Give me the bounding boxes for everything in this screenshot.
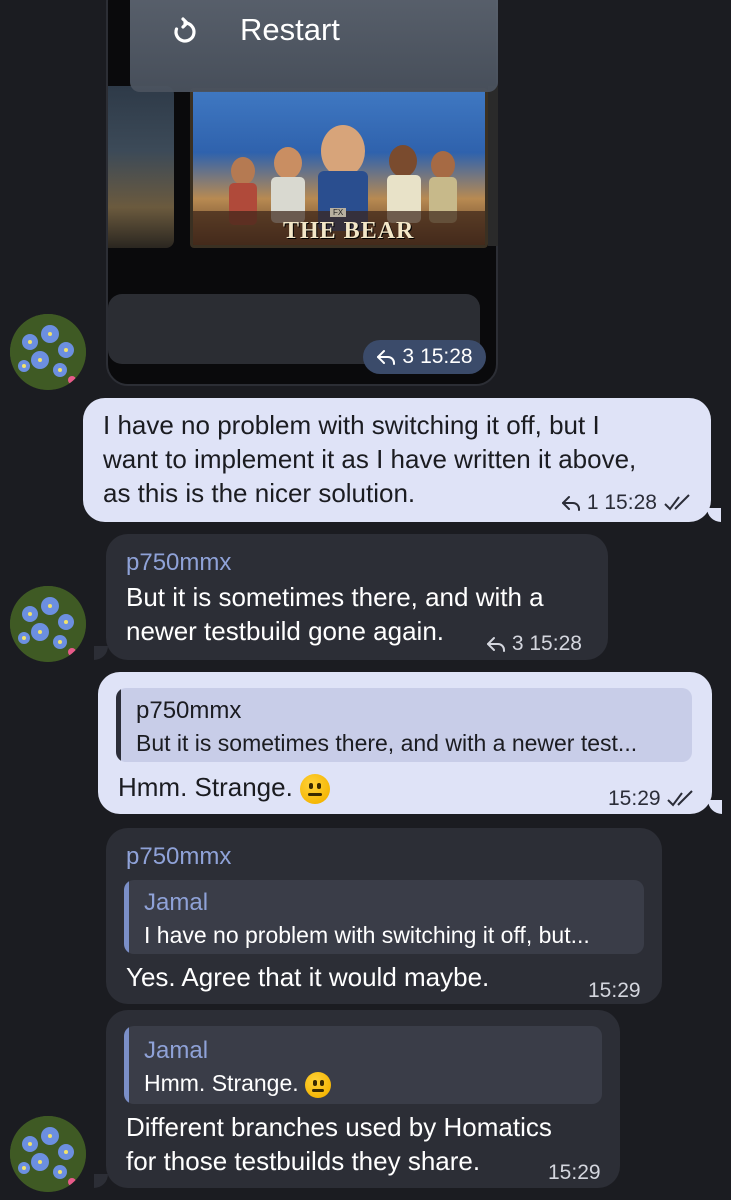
message-time: 15:28 xyxy=(420,345,473,368)
quote-text-row: Hmm. Strange. xyxy=(144,1066,332,1100)
avatar-flowers-image xyxy=(10,314,86,390)
message-time: 15:28 xyxy=(604,491,657,514)
reply-quote[interactable]: Jamal I have no problem with switching i… xyxy=(124,880,644,954)
message-text-line: newer testbuild gone again. xyxy=(126,616,445,646)
avatar[interactable] xyxy=(10,1116,86,1192)
avatar-flowers-image xyxy=(10,1116,86,1192)
reply-arrow-icon xyxy=(562,496,580,512)
message-meta: 1 15:28 xyxy=(561,486,693,520)
reply-count: 3 xyxy=(511,632,524,655)
reply-arrow-icon xyxy=(377,350,396,365)
bubble-tail xyxy=(94,1174,108,1188)
outgoing-message[interactable]: I have no problem with switching it off,… xyxy=(83,398,711,522)
incoming-message[interactable]: p750mmx But it is sometimes there, and w… xyxy=(106,534,608,660)
reply-quote[interactable]: Jamal Hmm. Strange. xyxy=(124,1026,602,1104)
quote-text: I have no problem with switching it off,… xyxy=(144,922,590,948)
reply-arrow-icon xyxy=(487,637,505,653)
quote-bar xyxy=(116,688,121,762)
double-check-icon xyxy=(664,494,690,511)
quote-text: Hmm. Strange. xyxy=(144,1070,299,1096)
quote-sender: p750mmx xyxy=(136,697,242,724)
message-text-line: as this is the nicer solution. xyxy=(103,478,416,508)
avatar[interactable] xyxy=(10,314,86,390)
quote-sender: Jamal xyxy=(144,889,209,916)
restart-icon[interactable] xyxy=(170,17,200,47)
avatar[interactable] xyxy=(10,586,86,662)
message-text: Yes. Agree that it would maybe. xyxy=(126,962,490,992)
message-text-content: Hmm. Strange. xyxy=(118,772,293,802)
poster-badge: FX xyxy=(330,208,347,217)
outgoing-message[interactable]: p750mmx But it is sometimes there, and w… xyxy=(98,672,712,814)
reply-count: 3 xyxy=(402,345,415,368)
poster-thumbnail-right xyxy=(488,86,498,246)
message-text-line: I have no problem with switching it off,… xyxy=(103,410,600,440)
quote-bar xyxy=(124,880,129,954)
poster-thumbnail-left xyxy=(108,86,174,248)
bubble-tail xyxy=(708,800,722,814)
message-meta: 3 15:28 xyxy=(486,627,582,661)
message-time: 15:28 xyxy=(529,632,582,655)
avatar-flowers-image xyxy=(10,586,86,662)
sender-name[interactable]: p750mmx xyxy=(126,840,231,874)
double-check-icon xyxy=(667,790,694,807)
media-meta-pill[interactable]: 3 15:28 xyxy=(363,340,486,374)
message-meta: 15:29 xyxy=(608,782,696,816)
quote-text: But it is sometimes there, and with a ne… xyxy=(136,730,638,756)
reply-quote[interactable]: p750mmx But it is sometimes there, and w… xyxy=(116,688,692,762)
message-time: 15:29 xyxy=(588,979,641,1002)
sender-name[interactable]: p750mmx xyxy=(126,546,231,580)
neutral-face-emoji xyxy=(305,1071,332,1098)
message-text-line: for those testbuilds they share. xyxy=(126,1146,481,1176)
message-time: 15:29 xyxy=(608,787,661,810)
bubble-tail xyxy=(94,646,108,660)
quote-sender: Jamal xyxy=(144,1037,209,1064)
incoming-message[interactable]: p750mmx Jamal I have no problem with swi… xyxy=(106,828,662,1004)
quote-bar xyxy=(124,1026,129,1104)
message-text: Hmm. Strange. xyxy=(118,770,331,805)
incoming-message[interactable]: Jamal Hmm. Strange. Different branches u… xyxy=(106,1010,620,1188)
restart-button-label[interactable]: Restart xyxy=(240,12,340,48)
reply-count: 1 xyxy=(586,491,599,514)
bubble-tail xyxy=(707,508,721,522)
message-text-line: But it is sometimes there, and with a xyxy=(126,582,544,612)
message-time: 15:29 xyxy=(548,1161,601,1184)
message-text-line: want to implement it as I have written i… xyxy=(103,444,637,474)
neutral-face-emoji xyxy=(300,774,331,805)
message-text-line: Different branches used by Homatics xyxy=(126,1112,552,1142)
poster-title: THE BEAR xyxy=(283,218,415,244)
